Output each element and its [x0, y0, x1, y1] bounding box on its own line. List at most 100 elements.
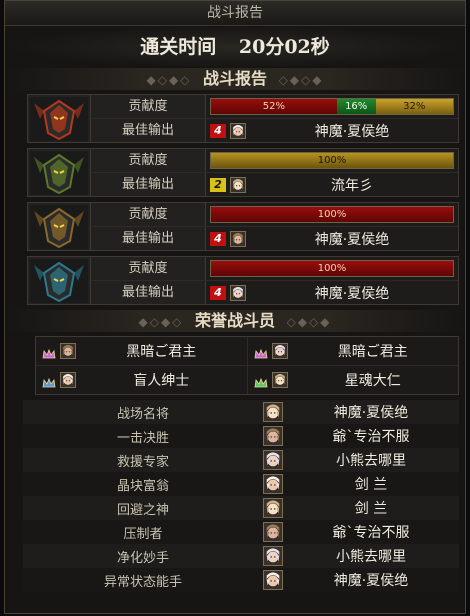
player-avatar-icon: [230, 176, 246, 193]
honor-fighter-name: 星魂大仁: [344, 373, 401, 389]
award-title: 救援专家: [116, 454, 169, 470]
honor-heading: ◆◇◆◇ 荣誉战斗员 ◇◆◇◆: [5, 310, 465, 332]
battle-report-title: 战斗报告: [202, 69, 267, 88]
player-avatar-icon: [230, 230, 246, 247]
award-player-name: 爺`专治不服: [332, 525, 410, 541]
ornament-left-icon: ◆◇◆◇: [138, 315, 184, 329]
honor-fighter: 黑暗ご君主: [248, 337, 459, 365]
award-row: 战场名将 神魔·夏侯绝: [23, 400, 459, 424]
player-avatar-icon: [263, 450, 283, 470]
boss-portrait-icon: [28, 149, 91, 196]
rank-badge: 4: [210, 231, 226, 246]
award-player-name: 小熊去哪里: [336, 453, 406, 469]
contribution-segment: 52%: [211, 99, 337, 114]
award-row: 晶块富翁 剑 兰: [23, 472, 459, 496]
best-output-label: 最佳输出: [91, 227, 206, 250]
boss-list: 贡献度 52% 16% 32% 最佳输出 4 神魔·夏侯绝 贡献度 100% 最佳输出 2 流年彡 贡献…: [5, 90, 465, 305]
player-avatar-icon: [60, 343, 76, 359]
boss-portrait-icon: [28, 95, 91, 142]
player-avatar-icon: [263, 402, 283, 422]
contribution-segment: 16%: [336, 99, 376, 114]
award-player-name: 剑 兰: [354, 501, 388, 517]
best-output-label: 最佳输出: [91, 119, 206, 142]
player-avatar-icon: [60, 372, 76, 388]
clear-time-label: 通关时间: [140, 36, 217, 58]
honor-fighter: 盲人绅士: [36, 366, 248, 394]
battle-report-heading: ◆◇◆◇ 战斗报告 ◇◆◇◆: [5, 68, 465, 90]
contribution-bar: 52% 16% 32%: [210, 98, 454, 115]
award-player-name: 剑 兰: [354, 477, 388, 493]
award-player-name: 爺`专治不服: [332, 429, 410, 445]
battle-report-window: 战斗报告 通关时间 20分02秒 ◆◇◆◇ 战斗报告 ◇◆◇◆ 贡献度 52% 16…: [4, 0, 466, 614]
contribution-label: 贡献度: [91, 149, 206, 172]
award-title: 战场名将: [116, 406, 169, 422]
contribution-bar: 100%: [210, 260, 454, 277]
rank-badge: 4: [210, 123, 226, 138]
crown-icon: [254, 374, 268, 388]
honor-row: 盲人绅士 星魂大仁: [36, 366, 458, 394]
honor-fighter: 黑暗ご君主: [36, 337, 248, 365]
ornament-right-icon: ◇◆◇◆: [286, 315, 332, 329]
best-output-player: 神魔·夏侯绝: [314, 123, 390, 140]
contribution-segment: 100%: [211, 261, 453, 276]
award-row: 一击决胜 爺`专治不服: [23, 424, 459, 448]
player-avatar-icon: [263, 474, 283, 494]
award-row: 异常状态能手 神魔·夏侯绝: [23, 568, 459, 592]
player-avatar-icon: [230, 284, 246, 301]
award-title: 一击决胜: [116, 430, 169, 446]
best-output-player: 流年彡: [331, 177, 373, 194]
award-player-name: 神魔·夏侯绝: [333, 573, 409, 589]
contribution-label: 贡献度: [91, 257, 206, 280]
award-title: 异常状态能手: [103, 574, 182, 590]
award-player-name: 神魔·夏侯绝: [333, 405, 409, 421]
player-avatar-icon: [263, 570, 283, 590]
honor-fighter: 星魂大仁: [248, 366, 459, 394]
boss-portrait-icon: [28, 257, 91, 304]
ornament-right-icon: ◇◆◇◆: [278, 73, 324, 87]
award-player-name: 小熊去哪里: [336, 549, 406, 565]
award-title: 回避之神: [116, 502, 169, 518]
boss-entry: 贡献度 52% 16% 32% 最佳输出 4 神魔·夏侯绝: [27, 94, 459, 143]
rank-badge: 2: [210, 177, 226, 192]
award-list: 战场名将 神魔·夏侯绝 一击决胜 爺`专治不服 救援专家 小熊去哪里 晶块富翁剑 兰回避之神…: [23, 400, 459, 592]
honor-fighter-name: 盲人绅士: [133, 373, 190, 389]
player-avatar-icon: [263, 522, 283, 542]
best-output-label: 最佳输出: [91, 281, 206, 304]
player-avatar-icon: [263, 498, 283, 518]
rank-badge: 4: [210, 285, 226, 300]
award-row: 压制者 爺`专治不服: [23, 520, 459, 544]
boss-portrait-icon: [28, 203, 91, 250]
honor-fighter-name: 黑暗ご君主: [126, 344, 197, 360]
contribution-label: 贡献度: [91, 95, 206, 118]
award-row: 回避之神 剑 兰: [23, 496, 459, 520]
best-output-label: 最佳输出: [91, 173, 206, 196]
award-title: 净化妙手: [116, 550, 169, 566]
honor-row: 黑暗ご君主 黑暗ご君主: [36, 337, 458, 366]
honor-title: 荣誉战斗员: [194, 311, 275, 330]
best-output-player: 神魔·夏侯绝: [314, 285, 390, 302]
contribution-bar: 100%: [210, 152, 454, 169]
crown-icon: [254, 345, 268, 359]
award-title: 压制者: [123, 526, 163, 542]
crown-icon: [42, 345, 56, 359]
boss-entry: 贡献度 100% 最佳输出 4 神魔·夏侯绝: [27, 256, 459, 305]
window-title: 战斗报告: [5, 1, 465, 26]
player-avatar-icon: [230, 122, 246, 139]
honor-fighters: 黑暗ご君主 黑暗ご君主盲人绅士 星魂大仁: [35, 336, 459, 395]
clear-time-value: 20分02秒: [238, 36, 330, 58]
contribution-segment: 100%: [211, 153, 453, 168]
best-output-player: 神魔·夏侯绝: [314, 231, 390, 248]
honor-fighter-name: 黑暗ご君主: [337, 344, 408, 360]
crown-icon: [42, 374, 56, 388]
award-title: 晶块富翁: [116, 478, 169, 494]
award-row: 净化妙手 小熊去哪里: [23, 544, 459, 568]
boss-entry: 贡献度 100% 最佳输出 4 神魔·夏侯绝: [27, 202, 459, 251]
contribution-segment: 32%: [375, 99, 453, 114]
contribution-segment: 100%: [211, 207, 453, 222]
clear-time: 通关时间 20分02秒: [5, 26, 465, 68]
player-avatar-icon: [263, 426, 283, 446]
award-row: 救援专家 小熊去哪里: [23, 448, 459, 472]
player-avatar-icon: [271, 372, 288, 388]
player-avatar-icon: [271, 343, 288, 359]
boss-entry: 贡献度 100% 最佳输出 2 流年彡: [27, 148, 459, 197]
